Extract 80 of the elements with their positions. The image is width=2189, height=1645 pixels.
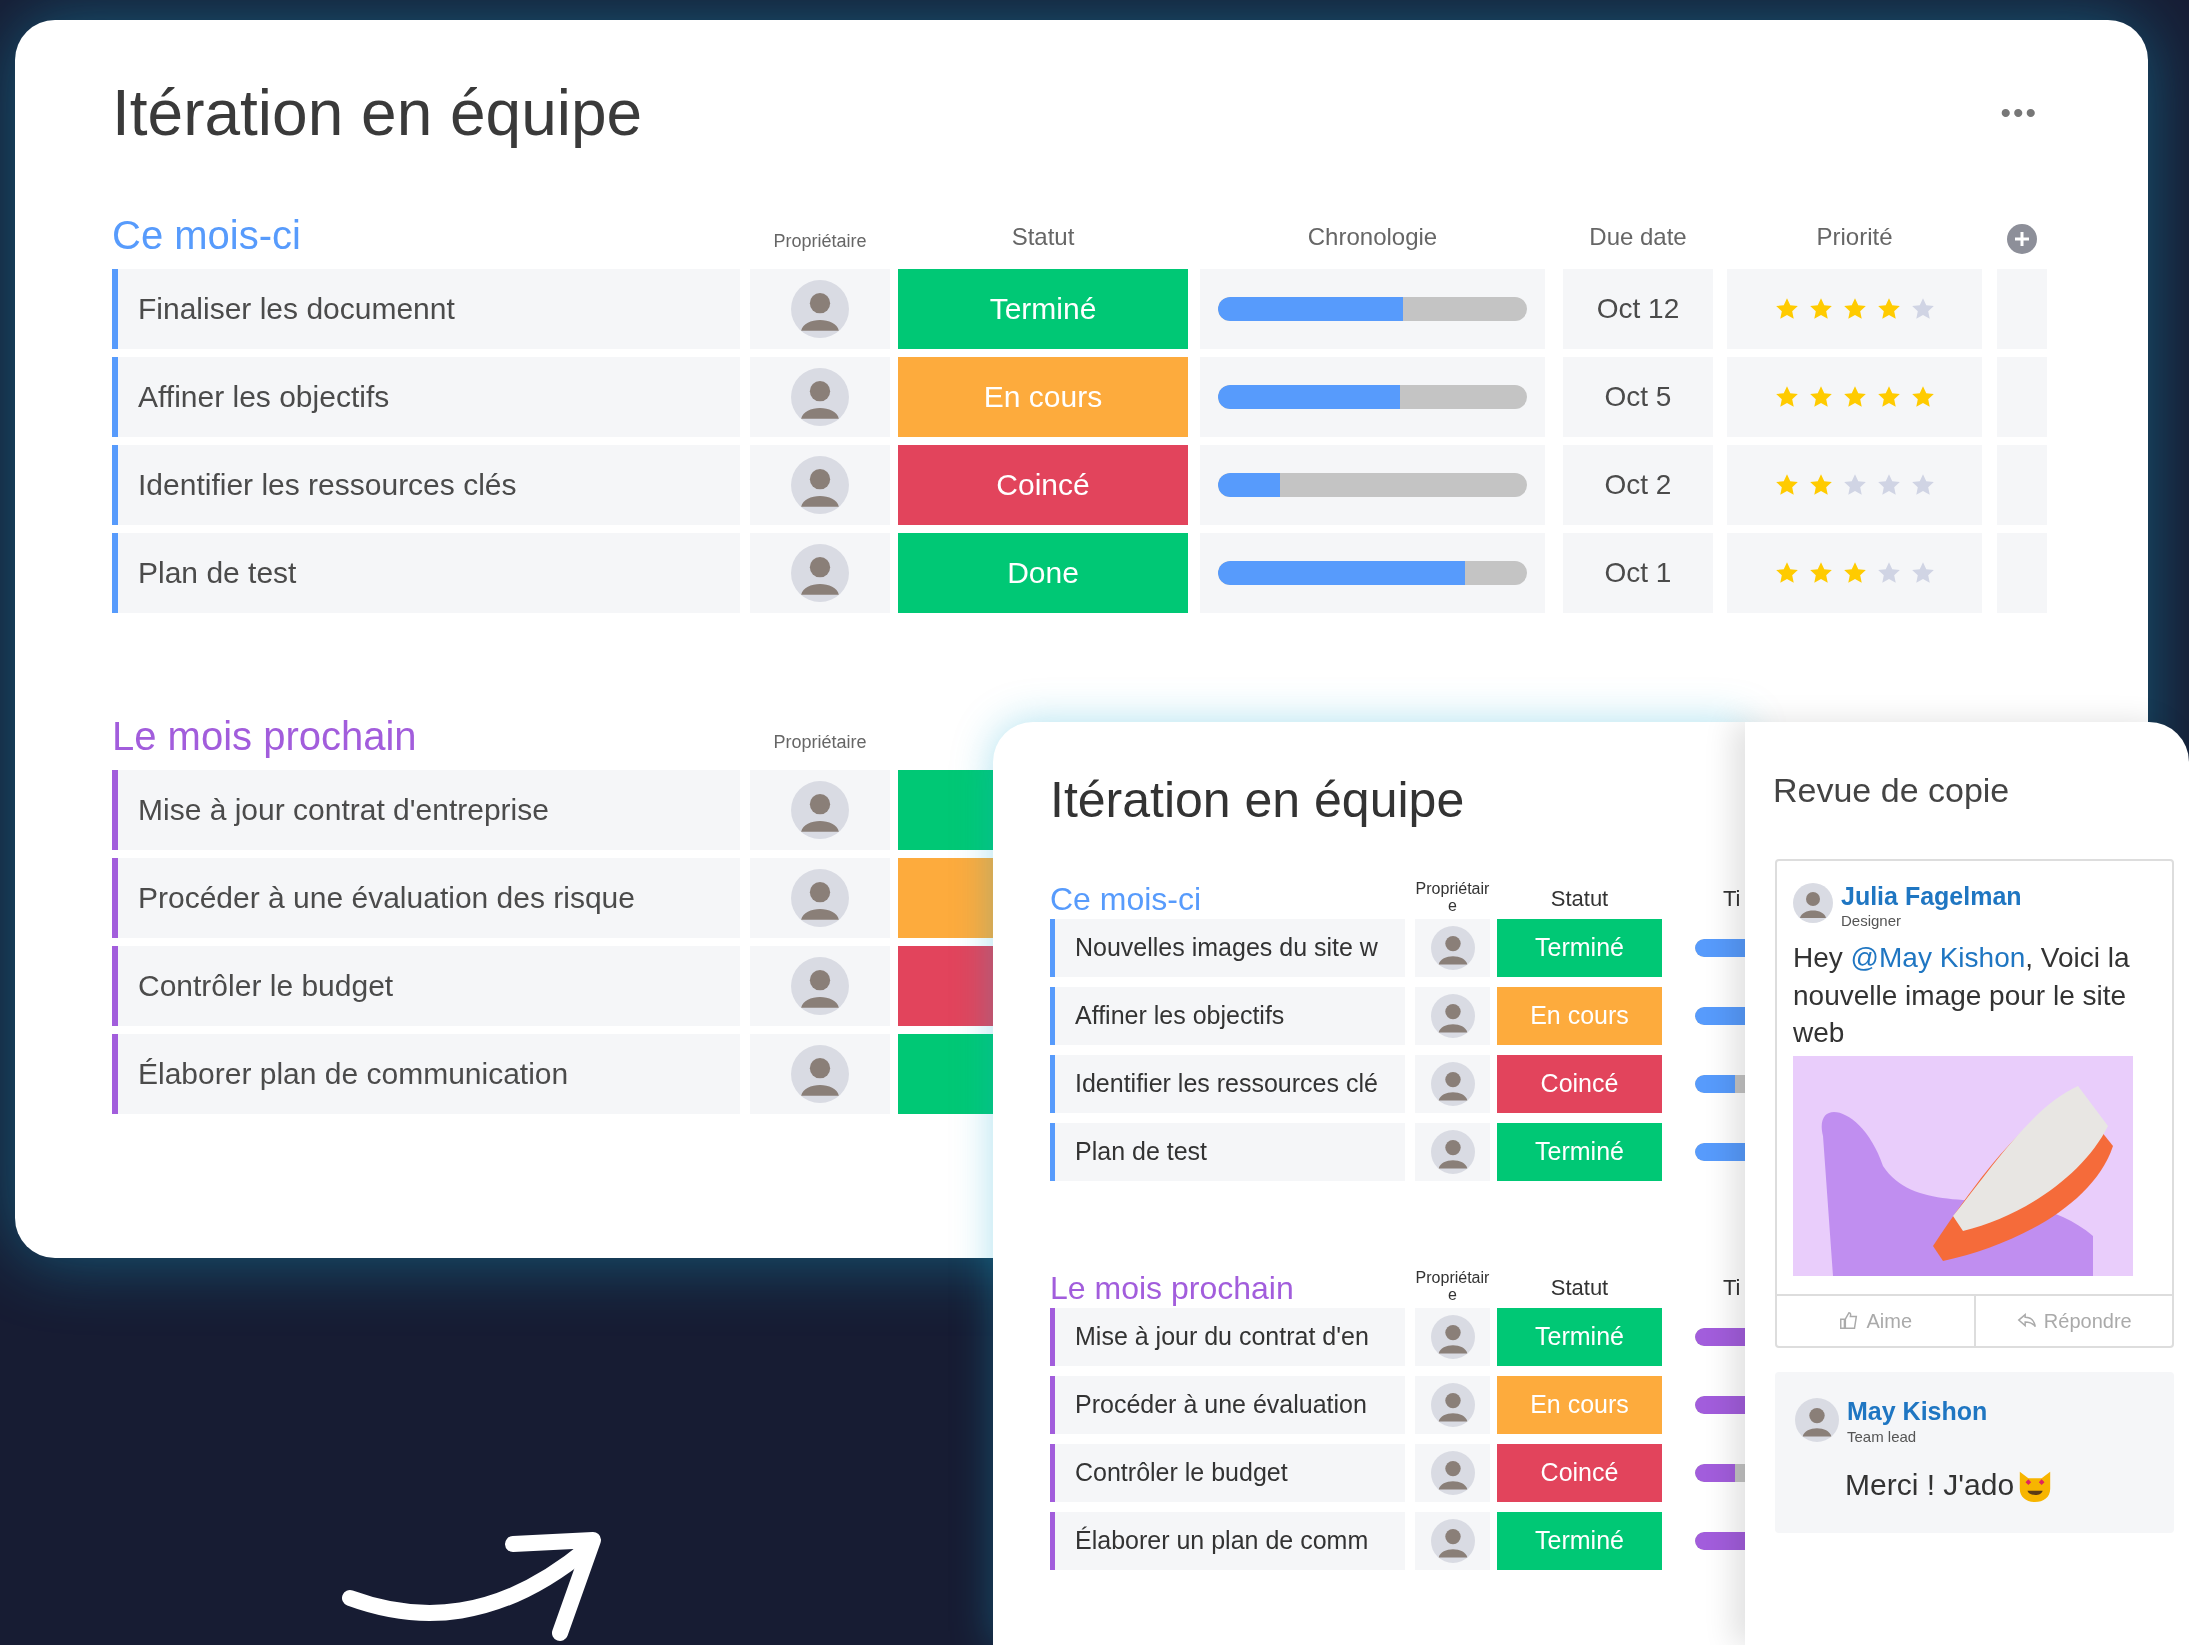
action-button[interactable]: Aime — [1777, 1296, 1974, 1347]
task-name: Élaborer plan de communication — [112, 1033, 740, 1114]
status-cell: En cours — [1497, 987, 1662, 1045]
avatar — [791, 956, 849, 1015]
avatar — [1430, 994, 1475, 1038]
message-text: Hey @May Kishon, Voici la nouvelle image pour le site web — [1793, 940, 2131, 1051]
due-date: Oct 5 — [1563, 356, 1713, 437]
column-header: Chronologie — [1306, 221, 1439, 252]
reply-text: Merci ! J'ado — [1845, 1467, 2015, 1504]
avatar — [1430, 1130, 1475, 1174]
column-header: Propriétaire — [772, 229, 868, 253]
status-cell: Terminé — [1497, 1512, 1662, 1570]
panel-title: Revue de copie — [1773, 770, 2011, 811]
column-header: Statut — [1549, 885, 1610, 913]
task-name: Nouvelles images du site w — [1050, 919, 1405, 977]
task-name: Plan de test — [112, 532, 740, 613]
author-name: Julia Fagelman — [1841, 882, 2022, 911]
task-name: Plan de test — [1050, 1123, 1405, 1181]
task-name: Procéder à une évaluation — [1050, 1376, 1405, 1434]
task-name: Contrôler le budget — [112, 945, 740, 1026]
avatar — [791, 780, 849, 839]
due-date: Oct 1 — [1563, 532, 1713, 613]
author-role: Team lead — [1847, 1426, 1918, 1447]
avatar — [791, 543, 849, 602]
column-header: Statut — [1549, 1274, 1610, 1302]
avatar — [791, 367, 849, 426]
column-header: Propriétaire — [1415, 1270, 1490, 1304]
column-header: Ti — [1722, 1274, 1742, 1302]
task-name: Procéder à une évaluation des risque — [112, 857, 740, 938]
task-name: Contrôler le budget — [1050, 1444, 1405, 1502]
status-cell: Terminé — [1497, 919, 1662, 977]
status-cell: Done — [898, 532, 1188, 613]
column-header: Statut — [1010, 221, 1076, 252]
status-cell: Terminé — [1497, 1123, 1662, 1181]
action-button[interactable]: Répondre — [1973, 1296, 2172, 1347]
avatar — [791, 455, 849, 514]
author-role: Designer — [1841, 911, 1903, 932]
status-cell: En cours — [1497, 1376, 1662, 1434]
due-date: Oct 2 — [1563, 444, 1713, 525]
status-cell: En cours — [898, 356, 1188, 437]
column-header: Propriétaire — [1415, 881, 1490, 915]
task-name: Affiner les objectifs — [112, 356, 740, 437]
mention-link[interactable]: @May Kishon — [1850, 941, 2026, 973]
avatar — [791, 868, 849, 927]
avatar — [1430, 1315, 1475, 1359]
more-menu-button[interactable]: ••• — [2000, 90, 2038, 135]
column-header: Propriétaire — [772, 730, 868, 754]
author-name: May Kishon — [1847, 1398, 1988, 1426]
board-title: Itération en équipe — [1050, 771, 1466, 830]
task-name: Affiner les objectifs — [1050, 987, 1405, 1045]
group-title: Le mois prochain — [112, 715, 418, 756]
status-cell: Coincé — [1497, 1055, 1662, 1113]
group-title: Ce mois-ci — [112, 214, 302, 255]
add-column-icon[interactable] — [2006, 222, 2038, 255]
avatar — [1793, 882, 1833, 923]
task-name: Mise à jour contrat d'entreprise — [112, 769, 740, 850]
avatar — [1430, 1383, 1475, 1427]
task-name: Élaborer un plan de comm — [1050, 1512, 1405, 1570]
status-cell: Coincé — [898, 444, 1188, 525]
status-cell: Coincé — [1497, 1444, 1662, 1502]
column-header: Ti — [1722, 885, 1742, 913]
avatar — [1430, 1451, 1475, 1495]
avatar — [1430, 1519, 1475, 1563]
status-cell: Terminé — [898, 268, 1188, 349]
group-title: Le mois prochain — [1050, 1272, 1295, 1304]
avatar — [1795, 1398, 1839, 1443]
group-title: Ce mois-ci — [1050, 883, 1203, 915]
column-header: Due date — [1588, 221, 1688, 252]
avatar — [791, 279, 849, 338]
task-name: Mise à jour du contrat d'en — [1050, 1308, 1405, 1366]
status-cell: Terminé — [1497, 1308, 1662, 1366]
task-name: Identifier les ressources clés — [112, 444, 740, 525]
avatar — [1430, 926, 1475, 970]
column-header: Priorité — [1815, 221, 1894, 252]
avatar — [791, 1044, 849, 1103]
task-name: Identifier les ressources clé — [1050, 1055, 1405, 1113]
task-name: Finaliser les documennt — [112, 268, 740, 349]
board-title: Itération en équipe — [112, 76, 643, 151]
avatar — [1430, 1062, 1475, 1106]
due-date: Oct 12 — [1563, 268, 1713, 349]
